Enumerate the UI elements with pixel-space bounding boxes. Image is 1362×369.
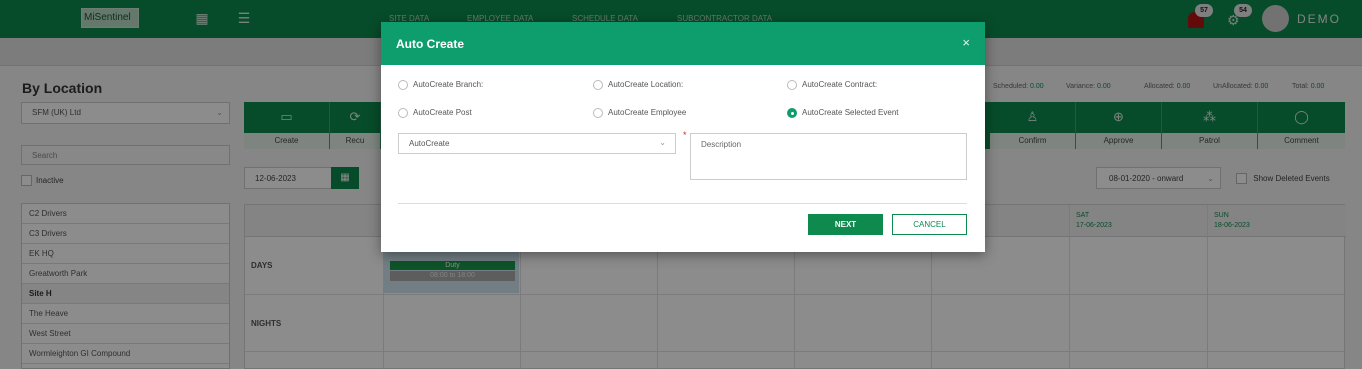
chevron-down-icon: ⌄ <box>659 138 666 147</box>
cancel-button[interactable]: CANCEL <box>892 214 967 235</box>
option-autocreate-employee[interactable]: AutoCreate Employee <box>593 108 686 118</box>
close-icon[interactable]: × <box>962 35 970 50</box>
option-autocreate-location[interactable]: AutoCreate Location: <box>593 80 683 90</box>
radio-button[interactable] <box>398 108 408 118</box>
autocreate-select-value: AutoCreate <box>409 139 450 148</box>
option-label: AutoCreate Post <box>413 108 472 118</box>
dialog-header: Auto Create × <box>381 22 985 65</box>
required-marker: * <box>683 130 687 140</box>
option-autocreate-branch[interactable]: AutoCreate Branch: <box>398 80 483 90</box>
radio-button[interactable] <box>593 108 603 118</box>
radio-button[interactable] <box>593 80 603 90</box>
radio-button[interactable] <box>787 80 797 90</box>
divider <box>398 203 967 204</box>
description-field[interactable]: Description <box>690 133 967 180</box>
radio-button-checked[interactable] <box>787 108 797 118</box>
next-button[interactable]: NEXT <box>808 214 883 235</box>
radio-button[interactable] <box>398 80 408 90</box>
dialog-title: Auto Create <box>396 37 465 51</box>
option-label: AutoCreate Contract: <box>802 80 878 90</box>
option-label: AutoCreate Selected Event <box>802 108 899 118</box>
option-autocreate-selected-event[interactable]: AutoCreate Selected Event <box>787 108 899 118</box>
autocreate-select[interactable]: AutoCreate ⌄ <box>398 133 676 154</box>
option-autocreate-contract[interactable]: AutoCreate Contract: <box>787 80 877 90</box>
option-autocreate-post[interactable]: AutoCreate Post <box>398 108 472 118</box>
option-label: AutoCreate Branch: <box>413 80 484 90</box>
option-label: AutoCreate Location: <box>608 80 684 90</box>
auto-create-dialog: Auto Create × AutoCreate Branch: AutoCre… <box>381 22 985 252</box>
option-label: AutoCreate Employee <box>608 108 687 118</box>
